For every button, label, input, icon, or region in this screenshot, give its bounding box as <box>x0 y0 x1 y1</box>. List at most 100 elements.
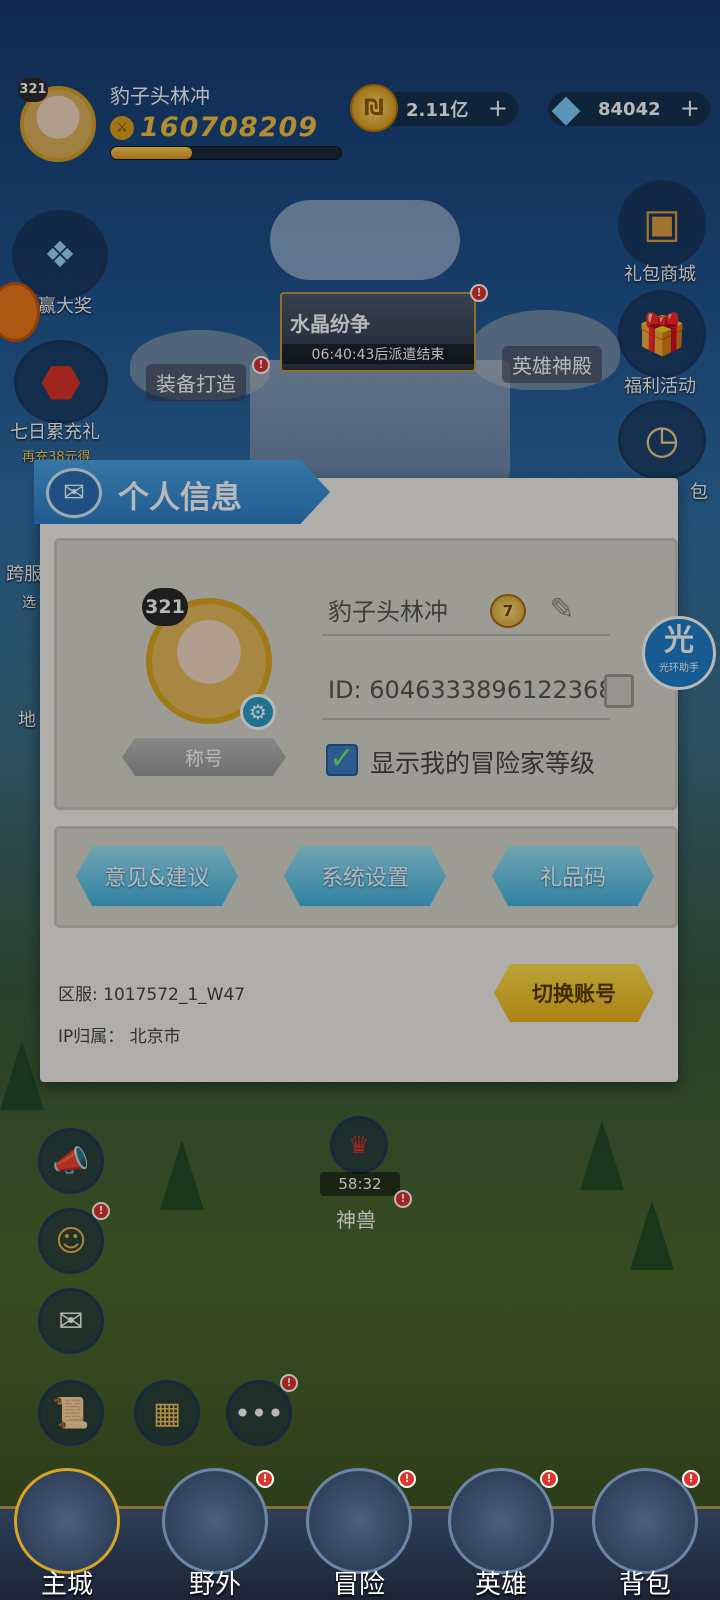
forge-alert-icon: ! <box>252 356 270 374</box>
scroll-button[interactable]: 📜 <box>38 1380 104 1446</box>
cross-server-sub: 选 <box>22 595 36 611</box>
gem-value: 84042 <box>598 98 661 120</box>
ip-location: IP归属： 北京市 <box>58 1027 181 1047</box>
clock-event-button[interactable]: ◷ <box>618 400 706 480</box>
assistant-label: 光环助手 <box>659 663 699 674</box>
nav-hero[interactable]: 英雄 <box>442 1468 560 1600</box>
background-tree <box>630 1200 674 1270</box>
title-tag-button[interactable]: 称号 <box>122 738 286 776</box>
vip-badge: 7 <box>490 594 526 628</box>
clock-icon: ◷ <box>644 417 680 463</box>
map-scroll-icon <box>162 1468 268 1574</box>
hero-card-icon <box>448 1468 554 1574</box>
hero-alert-icon: ! <box>540 1470 558 1488</box>
wild-alert-icon: ! <box>256 1470 274 1488</box>
event-title: 水晶纷争 <box>290 312 370 336</box>
id-underline <box>322 718 610 720</box>
scroll-icon: ✉ <box>46 468 102 518</box>
cross-server-label: 跨服 <box>6 564 42 585</box>
event-timer: 06:40:43后派遣结束 <box>282 344 474 364</box>
beast-label: 神兽 <box>336 1208 376 1232</box>
beast-alert-icon: ! <box>394 1190 412 1208</box>
scroll-map-icon: 📜 <box>52 1395 90 1431</box>
seven-day-recharge-label: 七日累充礼 <box>10 422 100 443</box>
more-button[interactable]: ••• <box>226 1380 292 1446</box>
right-partial-label: 包 <box>690 482 708 503</box>
treasure-chest-icon: ▣ <box>643 201 681 247</box>
player-level-badge: 321 <box>18 78 48 102</box>
announcement-button[interactable]: 📣 <box>38 1128 104 1194</box>
nav-label: 冒险 <box>332 1570 385 1600</box>
megaphone-icon: 📣 <box>52 1143 90 1179</box>
add-gems-icon[interactable]: + <box>680 96 700 120</box>
assistant-icon-text: 光 <box>664 623 694 658</box>
feedback-button[interactable]: 意见&建议 <box>76 846 238 906</box>
blocks-button[interactable]: ▦ <box>134 1380 200 1446</box>
gem-icon: ◆ <box>551 86 581 130</box>
background-tree <box>580 1120 624 1190</box>
show-level-label: 显示我的冒险家等级 <box>370 749 596 778</box>
profile-id: ID: 6046333896122368 <box>328 676 614 704</box>
background-tree <box>0 1040 44 1110</box>
more-alert-icon: ! <box>280 1374 298 1392</box>
gem-pill[interactable]: ◆ 84042 + <box>548 86 710 130</box>
nav-adventure[interactable]: 冒险 <box>300 1468 418 1600</box>
assistant-float-button[interactable]: 光 光环助手 <box>642 616 716 690</box>
beast-button[interactable]: ♛ <box>330 1116 388 1174</box>
nav-bag[interactable]: 背包 <box>586 1468 704 1600</box>
gift-shop-button[interactable]: ▣ <box>618 180 706 268</box>
nav-label: 英雄 <box>474 1570 527 1600</box>
add-coins-icon[interactable]: + <box>488 96 508 120</box>
switch-account-button[interactable]: 切换账号 <box>494 964 654 1022</box>
gift-code-button[interactable]: 礼品码 <box>492 846 654 906</box>
power-icon: ⚔ <box>110 115 134 140</box>
crystal-event-banner[interactable]: 水晶纷争 06:40:43后派遣结束 <box>280 292 476 372</box>
event-alert-icon: ! <box>470 284 488 302</box>
welfare-label: 福利活动 <box>624 376 696 397</box>
avatar-settings-icon[interactable]: ⚙ <box>240 694 276 730</box>
shield-icon <box>306 1468 412 1574</box>
smiley-button[interactable]: ☺ <box>38 1208 104 1274</box>
beast-icon: ♛ <box>348 1131 370 1159</box>
adventure-alert-icon: ! <box>398 1470 416 1488</box>
edit-name-icon[interactable]: ✎ <box>544 592 580 628</box>
nav-label: 野外 <box>188 1570 241 1600</box>
nav-label: 主城 <box>40 1570 93 1600</box>
name-underline <box>322 634 610 636</box>
server-info: 区服: 1017572_1_W47 <box>58 985 246 1005</box>
background-tree <box>160 1140 204 1210</box>
coin-icon: ₪ <box>350 84 398 132</box>
nav-label: 背包 <box>618 1570 671 1600</box>
panel-title: 个人信息 <box>118 480 242 516</box>
smiley-icon: ☺ <box>55 1223 87 1259</box>
power-row: ⚔ 160708209 <box>110 112 318 143</box>
exp-bar-fill <box>111 147 192 159</box>
system-settings-button[interactable]: 系统设置 <box>284 846 446 906</box>
coin-pill[interactable]: ₪ 2.11亿 + <box>350 84 518 132</box>
show-level-checkbox[interactable]: ✓ <box>326 744 358 776</box>
ruby-icon: ⬣ <box>40 355 82 409</box>
player-name: 豹子头林冲 <box>110 84 210 108</box>
beast-timer: 58:32 <box>320 1172 400 1196</box>
blocks-icon: ▦ <box>152 1395 182 1431</box>
forge-label[interactable]: 装备打造 <box>146 364 246 401</box>
profile-level-badge: 321 <box>142 588 188 626</box>
hero-temple-label[interactable]: 英雄神殿 <box>502 346 602 383</box>
gift-box-icon: 🎁 <box>637 311 687 358</box>
nav-main-city[interactable]: 主城 <box>8 1468 126 1600</box>
profile-name: 豹子头林冲 <box>328 598 448 626</box>
copy-id-icon[interactable] <box>604 674 634 708</box>
exp-bar <box>110 146 342 160</box>
more-icon: ••• <box>234 1396 284 1430</box>
castle-icon <box>14 1468 120 1574</box>
crystal-bowl-icon: ❖ <box>43 234 77 276</box>
welfare-button[interactable]: 🎁 <box>618 290 706 378</box>
backpack-icon <box>592 1468 698 1574</box>
seven-day-recharge-button[interactable]: ⬣ <box>14 340 108 424</box>
mail-icon: ✉ <box>58 1303 84 1339</box>
bag-alert-icon: ! <box>682 1470 700 1488</box>
power-value: 160708209 <box>140 112 319 143</box>
background-cloud <box>270 200 460 280</box>
mail-button[interactable]: ✉ <box>38 1288 104 1354</box>
nav-wild[interactable]: 野外 <box>156 1468 274 1600</box>
